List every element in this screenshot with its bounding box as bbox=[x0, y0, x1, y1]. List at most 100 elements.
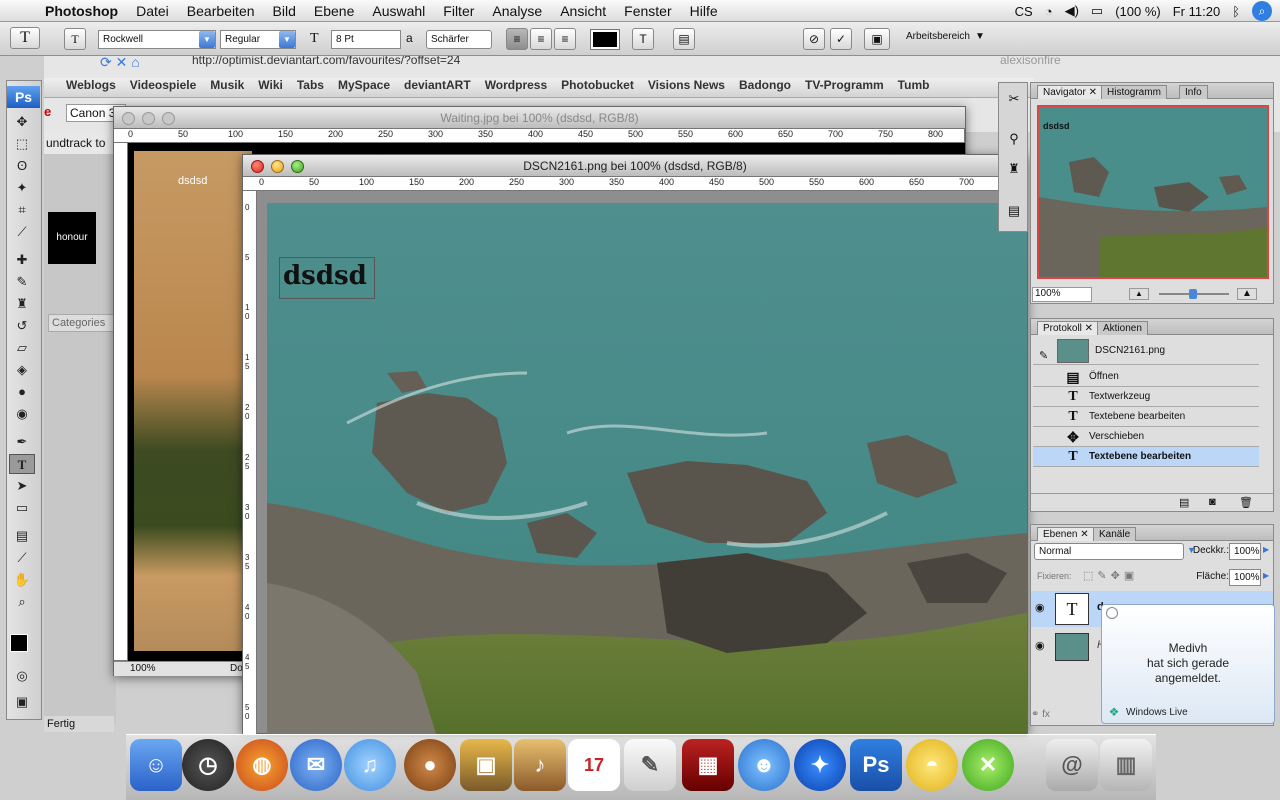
zoom-in-icon[interactable]: ▲ bbox=[1237, 288, 1257, 300]
close-button-icon[interactable] bbox=[251, 160, 264, 173]
bookmark-tabs[interactable]: Tabs bbox=[297, 78, 324, 92]
foreground-color-swatch[interactable] bbox=[10, 634, 28, 652]
lock-icons[interactable]: ⬚✎✥▣ bbox=[1083, 569, 1163, 582]
fill-slider-icon[interactable]: ▶ bbox=[1263, 571, 1273, 580]
align-right-button[interactable]: ≡ bbox=[554, 28, 576, 50]
dodge-tool-icon[interactable]: ◉ bbox=[9, 404, 35, 424]
bookmark-myspace[interactable]: MySpace bbox=[338, 78, 390, 92]
photoshop-dock-icon[interactable]: Ps bbox=[850, 739, 902, 791]
history-step-text-tool[interactable]: T Textwerkzeug bbox=[1033, 387, 1259, 407]
menu-bearbeiten[interactable]: Bearbeiten bbox=[178, 3, 264, 19]
iphoto-icon[interactable]: ▣ bbox=[460, 739, 512, 791]
categories-label[interactable]: Categories bbox=[48, 314, 114, 332]
menu-hilfe[interactable]: Hilfe bbox=[681, 3, 727, 19]
align-center-button[interactable]: ≡ bbox=[530, 28, 552, 50]
honour-thumb[interactable]: honour bbox=[48, 212, 96, 264]
cancel-edit-button[interactable]: ⊘ bbox=[803, 28, 825, 50]
canvas-text-layer[interactable]: dsdsd bbox=[283, 261, 383, 295]
bookmark-weblogs[interactable]: Weblogs bbox=[66, 78, 116, 92]
menu-analyse[interactable]: Analyse bbox=[483, 3, 551, 19]
menu-ebene[interactable]: Ebene bbox=[305, 3, 363, 19]
menu-fenster[interactable]: Fenster bbox=[615, 3, 680, 19]
bookmark-deviantart[interactable]: deviantART bbox=[404, 78, 471, 92]
marquee-tool-icon[interactable]: ⬚ bbox=[9, 134, 35, 154]
commit-edit-button[interactable]: ✓ bbox=[830, 28, 852, 50]
clone-source-icon[interactable]: ♜ bbox=[1004, 161, 1024, 179]
eye-icon[interactable]: ◉ bbox=[1035, 639, 1051, 652]
close-button-icon[interactable] bbox=[122, 112, 135, 125]
photobooth-icon[interactable]: ▦ bbox=[682, 739, 734, 791]
dashboard-icon[interactable]: ◷ bbox=[182, 739, 234, 791]
navigator-preview[interactable]: dsdsd bbox=[1037, 105, 1269, 279]
tab-channels[interactable]: Kanäle bbox=[1093, 527, 1137, 541]
spotlight-icon[interactable]: ⌕ bbox=[1252, 1, 1272, 21]
bookmark-tumb[interactable]: Tumb bbox=[898, 78, 930, 92]
zoom-button-icon[interactable] bbox=[162, 112, 175, 125]
windows-live-notification[interactable]: Medivh hat sich gerade angemeldet. ❖ Win… bbox=[1101, 604, 1275, 724]
navigator-zoom-field[interactable]: 100% bbox=[1032, 287, 1092, 302]
pen-tool-icon[interactable]: ✒ bbox=[9, 432, 35, 452]
frog-app-icon[interactable]: ✦ bbox=[794, 739, 846, 791]
opacity-field[interactable]: 100% bbox=[1229, 543, 1261, 560]
layer-link-icon[interactable]: ⚭ fx bbox=[1031, 709, 1101, 725]
history-step-edit-text-current[interactable]: T Textebene bearbeiten bbox=[1033, 447, 1259, 467]
tab-actions[interactable]: Aktionen bbox=[1097, 321, 1148, 335]
bookmark-wiki[interactable]: Wiki bbox=[258, 78, 283, 92]
text-tool-preset[interactable]: T bbox=[10, 27, 40, 49]
workspace-menu[interactable]: Arbeitsbereich bbox=[906, 31, 986, 47]
minimize-button-icon[interactable] bbox=[271, 160, 284, 173]
trash-dock-icon[interactable]: ▥ bbox=[1100, 739, 1152, 791]
paint-bucket-icon[interactable]: ◈ bbox=[9, 360, 35, 380]
browser-nav-icons[interactable]: ⟳ ✕ ⌂ bbox=[100, 54, 160, 70]
snapshot-icon[interactable]: ◙ bbox=[1209, 496, 1216, 508]
align-left-button[interactable]: ≡ bbox=[506, 28, 528, 50]
back-zoom[interactable]: 100% bbox=[130, 663, 156, 674]
menu-app-name[interactable]: Photoshop bbox=[36, 3, 127, 19]
lasso-tool-icon[interactable]: ʘ bbox=[9, 156, 35, 176]
blur-tool-icon[interactable]: ● bbox=[9, 382, 35, 402]
zoom-button-icon[interactable] bbox=[291, 160, 304, 173]
bluetooth-icon[interactable]: ᛒ bbox=[1232, 4, 1240, 19]
path-selection-icon[interactable]: ➤ bbox=[9, 476, 35, 496]
coast-photo-canvas[interactable]: dsdsd bbox=[267, 203, 1027, 737]
garageband-icon[interactable]: ♪ bbox=[514, 739, 566, 791]
ps-logo-icon[interactable]: Ps bbox=[7, 86, 40, 108]
font-family-dropdown-icon[interactable]: ▼ bbox=[199, 31, 215, 48]
crop-tool-icon[interactable]: ⌗ bbox=[9, 200, 35, 220]
history-step-move[interactable]: ✥ Verschieben bbox=[1033, 427, 1259, 447]
bookmark-wordpress[interactable]: Wordpress bbox=[485, 78, 547, 92]
eyedropper-tool-icon[interactable]: ⟋ bbox=[9, 222, 35, 242]
eraser-tool-icon[interactable]: ▱ bbox=[9, 338, 35, 358]
thunderbird-icon[interactable]: ✉ bbox=[290, 739, 342, 791]
messenger-icon[interactable]: ☻ bbox=[738, 739, 790, 791]
cyberduck-icon[interactable]: ◓ bbox=[906, 739, 958, 791]
adium-icon[interactable]: ✕ bbox=[962, 739, 1014, 791]
back-status[interactable]: Do bbox=[230, 663, 243, 674]
hand-tool-icon[interactable]: ✋ bbox=[9, 570, 35, 590]
shape-tool-icon[interactable]: ▭ bbox=[9, 498, 35, 518]
mail-at-icon[interactable]: @ bbox=[1046, 739, 1098, 791]
tab-layers[interactable]: Ebenen ✕ bbox=[1037, 527, 1095, 541]
menu-filter[interactable]: Filter bbox=[434, 3, 483, 19]
new-document-icon[interactable]: ▤ bbox=[1179, 496, 1189, 509]
tab-info[interactable]: Info bbox=[1179, 85, 1208, 99]
history-brush-icon[interactable]: ↺ bbox=[9, 316, 35, 336]
zoom-slider-thumb[interactable] bbox=[1189, 289, 1197, 299]
itunes-icon[interactable]: ♫ bbox=[344, 739, 396, 791]
clone-stamp-icon[interactable]: ♜ bbox=[9, 294, 35, 314]
antialias-field[interactable]: Schärfer bbox=[426, 30, 492, 49]
menu-auswahl[interactable]: Auswahl bbox=[363, 3, 434, 19]
volume-icon[interactable]: ◀) bbox=[1065, 3, 1079, 19]
clock[interactable]: Fr 11:20 bbox=[1173, 4, 1220, 19]
text-orientation-icon[interactable]: T bbox=[64, 28, 86, 50]
menu-bild[interactable]: Bild bbox=[264, 3, 305, 19]
bookmark-photobucket[interactable]: Photobucket bbox=[561, 78, 634, 92]
notification-close-icon[interactable] bbox=[1106, 607, 1118, 619]
palette-toggle-button[interactable]: ▣ bbox=[864, 28, 890, 50]
history-step-edit-text[interactable]: T Textebene bearbeiten bbox=[1033, 407, 1259, 427]
workspace-dropdown-icon[interactable]: ▼ bbox=[975, 31, 987, 47]
notes-tool-icon[interactable]: ▤ bbox=[9, 526, 35, 546]
screen-mode-icon[interactable]: ▣ bbox=[9, 692, 35, 712]
blend-mode-select[interactable]: Normal bbox=[1034, 543, 1184, 560]
menu-ansicht[interactable]: Ansicht bbox=[551, 3, 615, 19]
